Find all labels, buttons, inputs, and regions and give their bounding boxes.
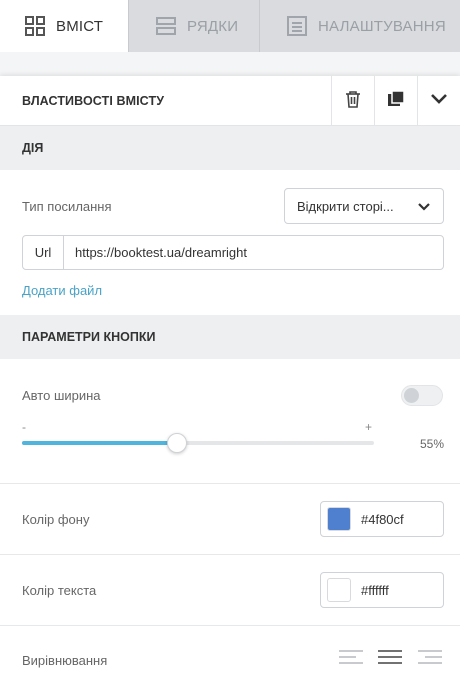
duplicate-button[interactable] [374, 76, 417, 126]
align-left-button[interactable] [337, 649, 365, 669]
bg-color-swatch [327, 507, 351, 531]
url-input[interactable] [63, 235, 444, 270]
collapse-button[interactable] [417, 76, 460, 126]
bg-color-value: #4f80cf [361, 511, 404, 527]
alignment-label: Вирівнювання [22, 653, 108, 668]
auto-width-toggle[interactable] [401, 385, 443, 406]
tab-content[interactable]: ВМІСТ [0, 0, 128, 52]
delete-button[interactable] [331, 76, 374, 126]
align-center-icon [377, 648, 403, 671]
bg-color-picker[interactable]: #4f80cf [320, 501, 444, 537]
tab-settings[interactable]: НАЛАШТУВАННЯ [259, 0, 460, 52]
rows-icon [155, 15, 177, 37]
align-left-icon [338, 648, 364, 671]
divider [0, 554, 460, 555]
text-color-picker[interactable]: #ffffff [320, 572, 444, 608]
link-type-select[interactable]: Відкрити сторі... [284, 188, 444, 224]
settings-list-icon [286, 15, 308, 37]
tab-bar: ВМІСТ РЯДКИ НАЛАШТУВАННЯ [0, 0, 460, 52]
tab-label: ВМІСТ [56, 17, 104, 35]
align-center-button[interactable] [376, 649, 404, 669]
action-section-header: ДІЯ [0, 126, 460, 170]
grid-icon [24, 15, 46, 37]
slider-fill [22, 441, 177, 445]
link-type-label: Тип посилання [22, 199, 112, 214]
content-properties-header: ВЛАСТИВОСТІ ВМІСТУ [0, 76, 460, 126]
tab-label: НАЛАШТУВАННЯ [318, 17, 446, 35]
chevron-down-icon [417, 200, 431, 215]
button-params-section-header: ПАРАМЕТРИ КНОПКИ [0, 315, 460, 359]
bg-color-label: Колір фону [22, 512, 90, 527]
divider [0, 483, 460, 484]
chevron-down-icon [430, 92, 448, 110]
text-color-label: Колір текста [22, 583, 97, 598]
copy-icon [387, 89, 405, 113]
add-file-link[interactable]: Додати файл [22, 283, 102, 298]
divider [0, 625, 460, 626]
align-right-button[interactable] [416, 649, 444, 669]
toggle-knob [404, 388, 419, 403]
text-color-swatch [327, 578, 351, 602]
panel-title: ВЛАСТИВОСТІ ВМІСТУ [22, 94, 165, 108]
trash-icon [345, 90, 361, 113]
url-prefix: Url [22, 235, 64, 270]
auto-width-label: Авто ширина [22, 388, 101, 403]
tab-panel-gap [0, 52, 460, 78]
tab-label: РЯДКИ [187, 17, 239, 35]
slider-thumb[interactable] [166, 433, 187, 453]
width-slider[interactable] [22, 433, 374, 453]
slider-min-label: - [22, 420, 26, 434]
slider-max-label: + [365, 420, 373, 434]
link-type-value: Відкрити сторі... [297, 198, 394, 214]
slider-value: 55% [419, 437, 444, 451]
text-color-value: #ffffff [361, 582, 389, 598]
align-right-icon [417, 648, 443, 671]
tab-rows[interactable]: РЯДКИ [128, 0, 259, 52]
